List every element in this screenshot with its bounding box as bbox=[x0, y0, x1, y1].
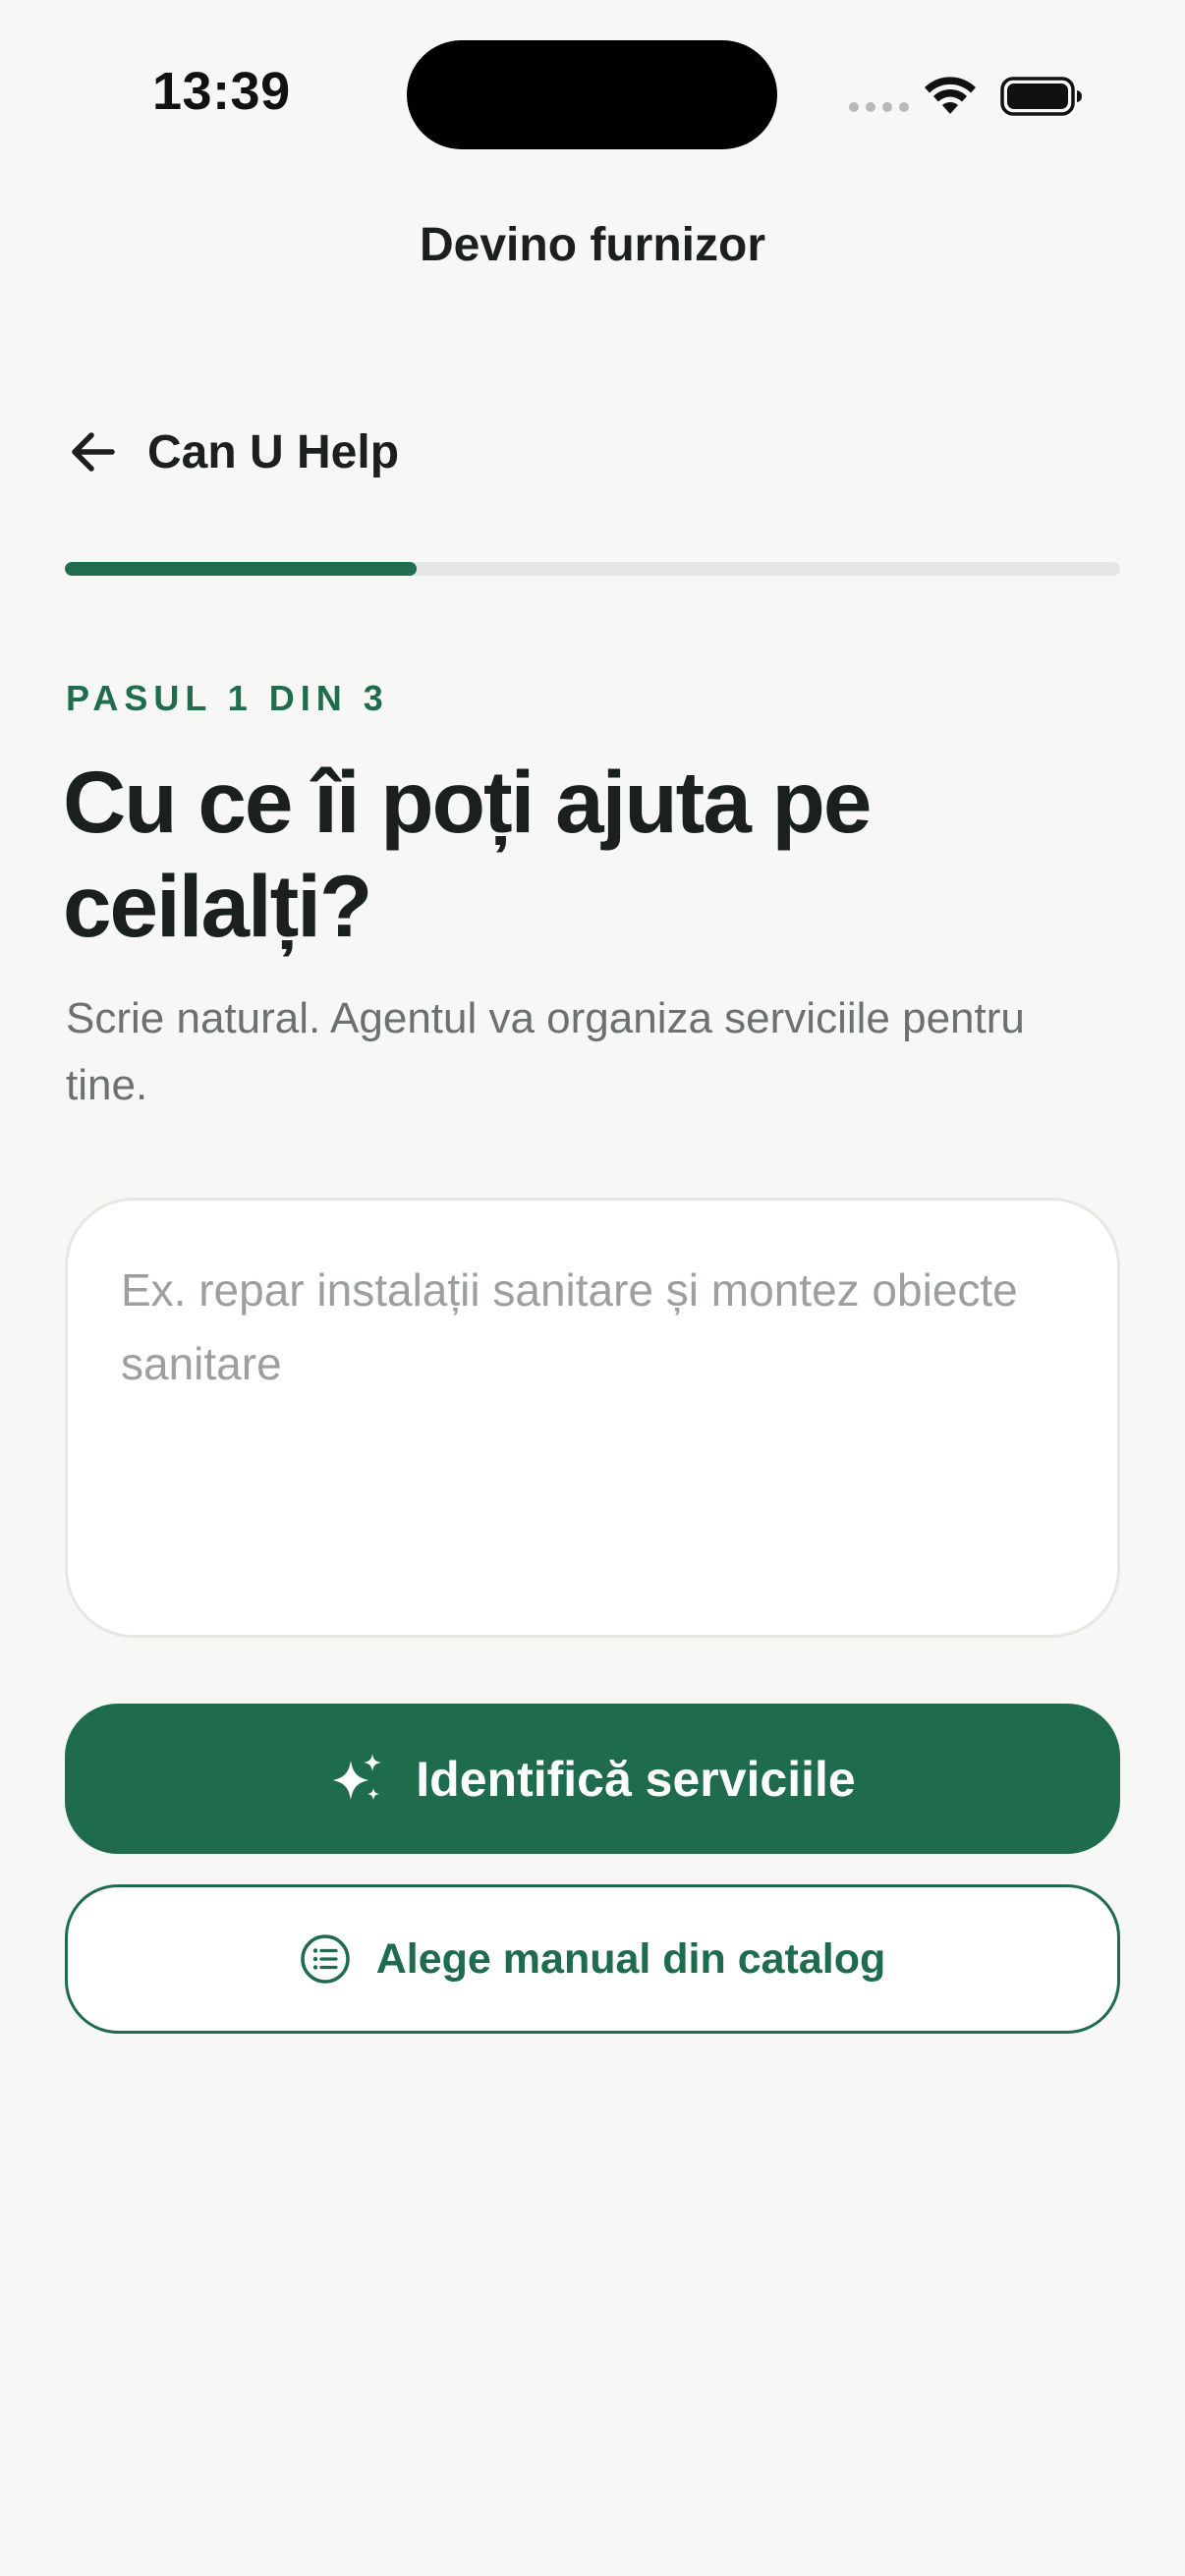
choose-from-catalog-button[interactable]: Alege manual din catalog bbox=[65, 1884, 1120, 2034]
dynamic-island bbox=[407, 40, 777, 149]
step-helper-text: Scrie natural. Agentul va organiza servi… bbox=[66, 994, 1025, 1109]
back-button[interactable]: Can U Help bbox=[65, 418, 399, 486]
list-icon bbox=[301, 1934, 350, 1984]
identify-services-label: Identifică serviciile bbox=[416, 1751, 856, 1807]
cellular-signal-icon bbox=[849, 102, 909, 112]
arrow-left-icon bbox=[72, 432, 115, 472]
step-progress-fill bbox=[65, 562, 417, 576]
choose-from-catalog-label: Alege manual din catalog bbox=[375, 1934, 886, 1983]
services-description-input[interactable] bbox=[121, 1254, 1064, 1582]
step-question: Cu ce îi poți ajuta pe ceilalți? bbox=[63, 753, 872, 955]
identify-services-button[interactable]: Identifică serviciile bbox=[65, 1704, 1120, 1854]
step-indicator: PASUL 1 DIN 3 bbox=[66, 678, 389, 718]
battery-icon bbox=[1000, 77, 1082, 116]
services-description-field[interactable] bbox=[65, 1198, 1120, 1638]
become-provider-screen: 13:39 Devino furnizor Can U Help PASUL 1… bbox=[0, 0, 1185, 2576]
page-title: Devino furnizor bbox=[419, 219, 765, 271]
status-time: 13:39 bbox=[152, 62, 291, 121]
back-label: Can U Help bbox=[147, 425, 400, 478]
wifi-icon bbox=[925, 77, 976, 114]
step-progress-bar bbox=[65, 562, 1120, 576]
sparkles-icon bbox=[333, 1753, 382, 1800]
